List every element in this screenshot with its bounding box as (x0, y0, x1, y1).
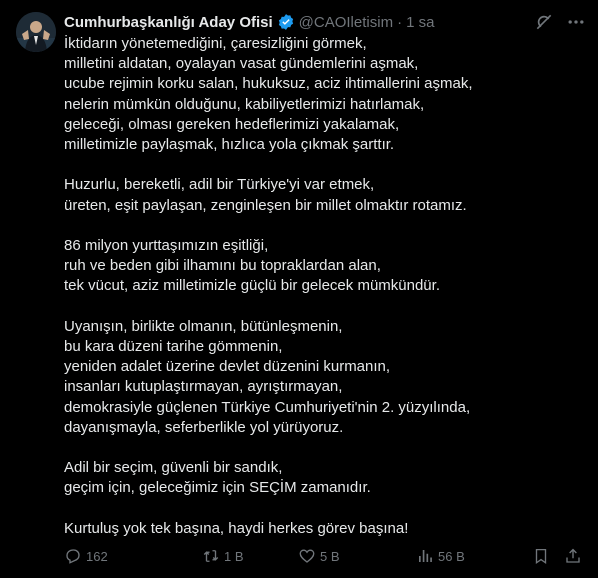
reply-icon (66, 549, 80, 564)
repost-icon (203, 550, 219, 562)
paragraph: Huzurlu, bereketli, adil bir Türkiye'yi … (64, 175, 584, 215)
share-button[interactable] (564, 547, 582, 565)
text-line: yeniden adalet üzerine devlet düzenini k… (64, 358, 391, 376)
bookmark-button[interactable] (532, 547, 550, 565)
text-line: milletimizle paylaşmak, hızlıca yola çık… (64, 136, 395, 154)
top-actions (532, 10, 588, 34)
tweet-header: Cumhurbaşkanlığı Aday Ofisi @CAOIletisim… (64, 12, 434, 32)
paragraph: İktidarın yönetemediğini, çaresizliğini … (64, 34, 584, 155)
text-line: nelerin mümkün olduğunu, kabiliyetlerimi… (64, 95, 425, 113)
tweet-timestamp[interactable]: 1 sa (406, 14, 434, 31)
text-line: geleceği, olması gereken hedeflerimizi y… (64, 115, 400, 133)
text-line: Uyanışın, birlikte olmanın, bütünleşmeni… (64, 317, 343, 335)
views-icon (419, 550, 432, 562)
paragraph: Uyanışın, birlikte olmanın, bütünleşmeni… (64, 317, 584, 438)
bookmark-icon (535, 548, 547, 565)
text-line: ruh ve beden gibi ilhamını bu topraklard… (64, 257, 381, 275)
separator-dot: · (397, 13, 403, 31)
text-line: üreten, eşit paylaşan, zenginleşen bir m… (64, 196, 467, 214)
paragraph: Adil bir seçim, güvenli bir sandık, geçi… (64, 458, 584, 498)
views-button[interactable]: 56 B (416, 547, 465, 565)
verified-badge-icon (277, 13, 295, 31)
author-handle[interactable]: @CAOIletisim (299, 14, 393, 31)
like-count: 5 B (320, 548, 340, 564)
text-line: tek vücut, aziz milletimizle güçlü bir g… (64, 277, 440, 295)
paragraph: Kurtuluş yok tek başına, haydi herkes gö… (64, 519, 584, 539)
paragraph: 86 milyon yurttaşımızın eşitliği, ruh ve… (64, 236, 584, 297)
reply-button[interactable]: 162 (64, 547, 108, 565)
text-line: 86 milyon yurttaşımızın eşitliği, (64, 237, 269, 254)
author-name[interactable]: Cumhurbaşkanlığı Aday Ofisi (64, 14, 273, 31)
text-line: Adil bir seçim, güvenli bir sandık, (64, 459, 283, 477)
repost-button[interactable]: 1 B (202, 547, 244, 565)
action-bar: 162 1 B 5 B 56 B (54, 544, 588, 568)
share-icon (566, 548, 580, 563)
text-line: milletini aldatan, oyalayan vasat gündem… (64, 55, 419, 73)
text-line: geçim için, geleceğimiz için SEÇİM zaman… (64, 479, 371, 497)
tweet: Cumhurbaşkanlığı Aday Ofisi @CAOIletisim… (0, 0, 598, 578)
text-line: Kurtuluş yok tek başına, haydi herkes gö… (64, 519, 409, 537)
more-options-icon[interactable] (564, 10, 588, 34)
text-line: ucube rejimin korku salan, hukuksuz, aci… (64, 75, 473, 93)
views-count: 56 B (438, 548, 465, 564)
text-line: İktidarın yönetemediğini, çaresizliğini … (64, 35, 367, 52)
like-button[interactable]: 5 B (298, 547, 340, 565)
reply-count: 162 (86, 548, 108, 564)
avatar[interactable] (16, 12, 56, 52)
text-line: dayanışmayla, seferberlikle yol yürüyoru… (64, 418, 344, 436)
text-line: demokrasiyle güçlenen Türkiye Cumhuriyet… (64, 398, 471, 416)
heart-icon (299, 549, 315, 563)
text-line: Huzurlu, bereketli, adil bir Türkiye'yi … (64, 176, 375, 194)
avatar-image (16, 12, 56, 52)
text-line: bu kara düzeni tarihe gömmenin, (64, 338, 283, 355)
repost-count: 1 B (224, 548, 244, 564)
grok-icon[interactable] (532, 10, 556, 34)
tweet-text: İktidarın yönetemediğini, çaresizliğini … (64, 34, 584, 559)
text-line: insanları kutuplaştırmayan, ayrıştırmaya… (64, 378, 343, 396)
